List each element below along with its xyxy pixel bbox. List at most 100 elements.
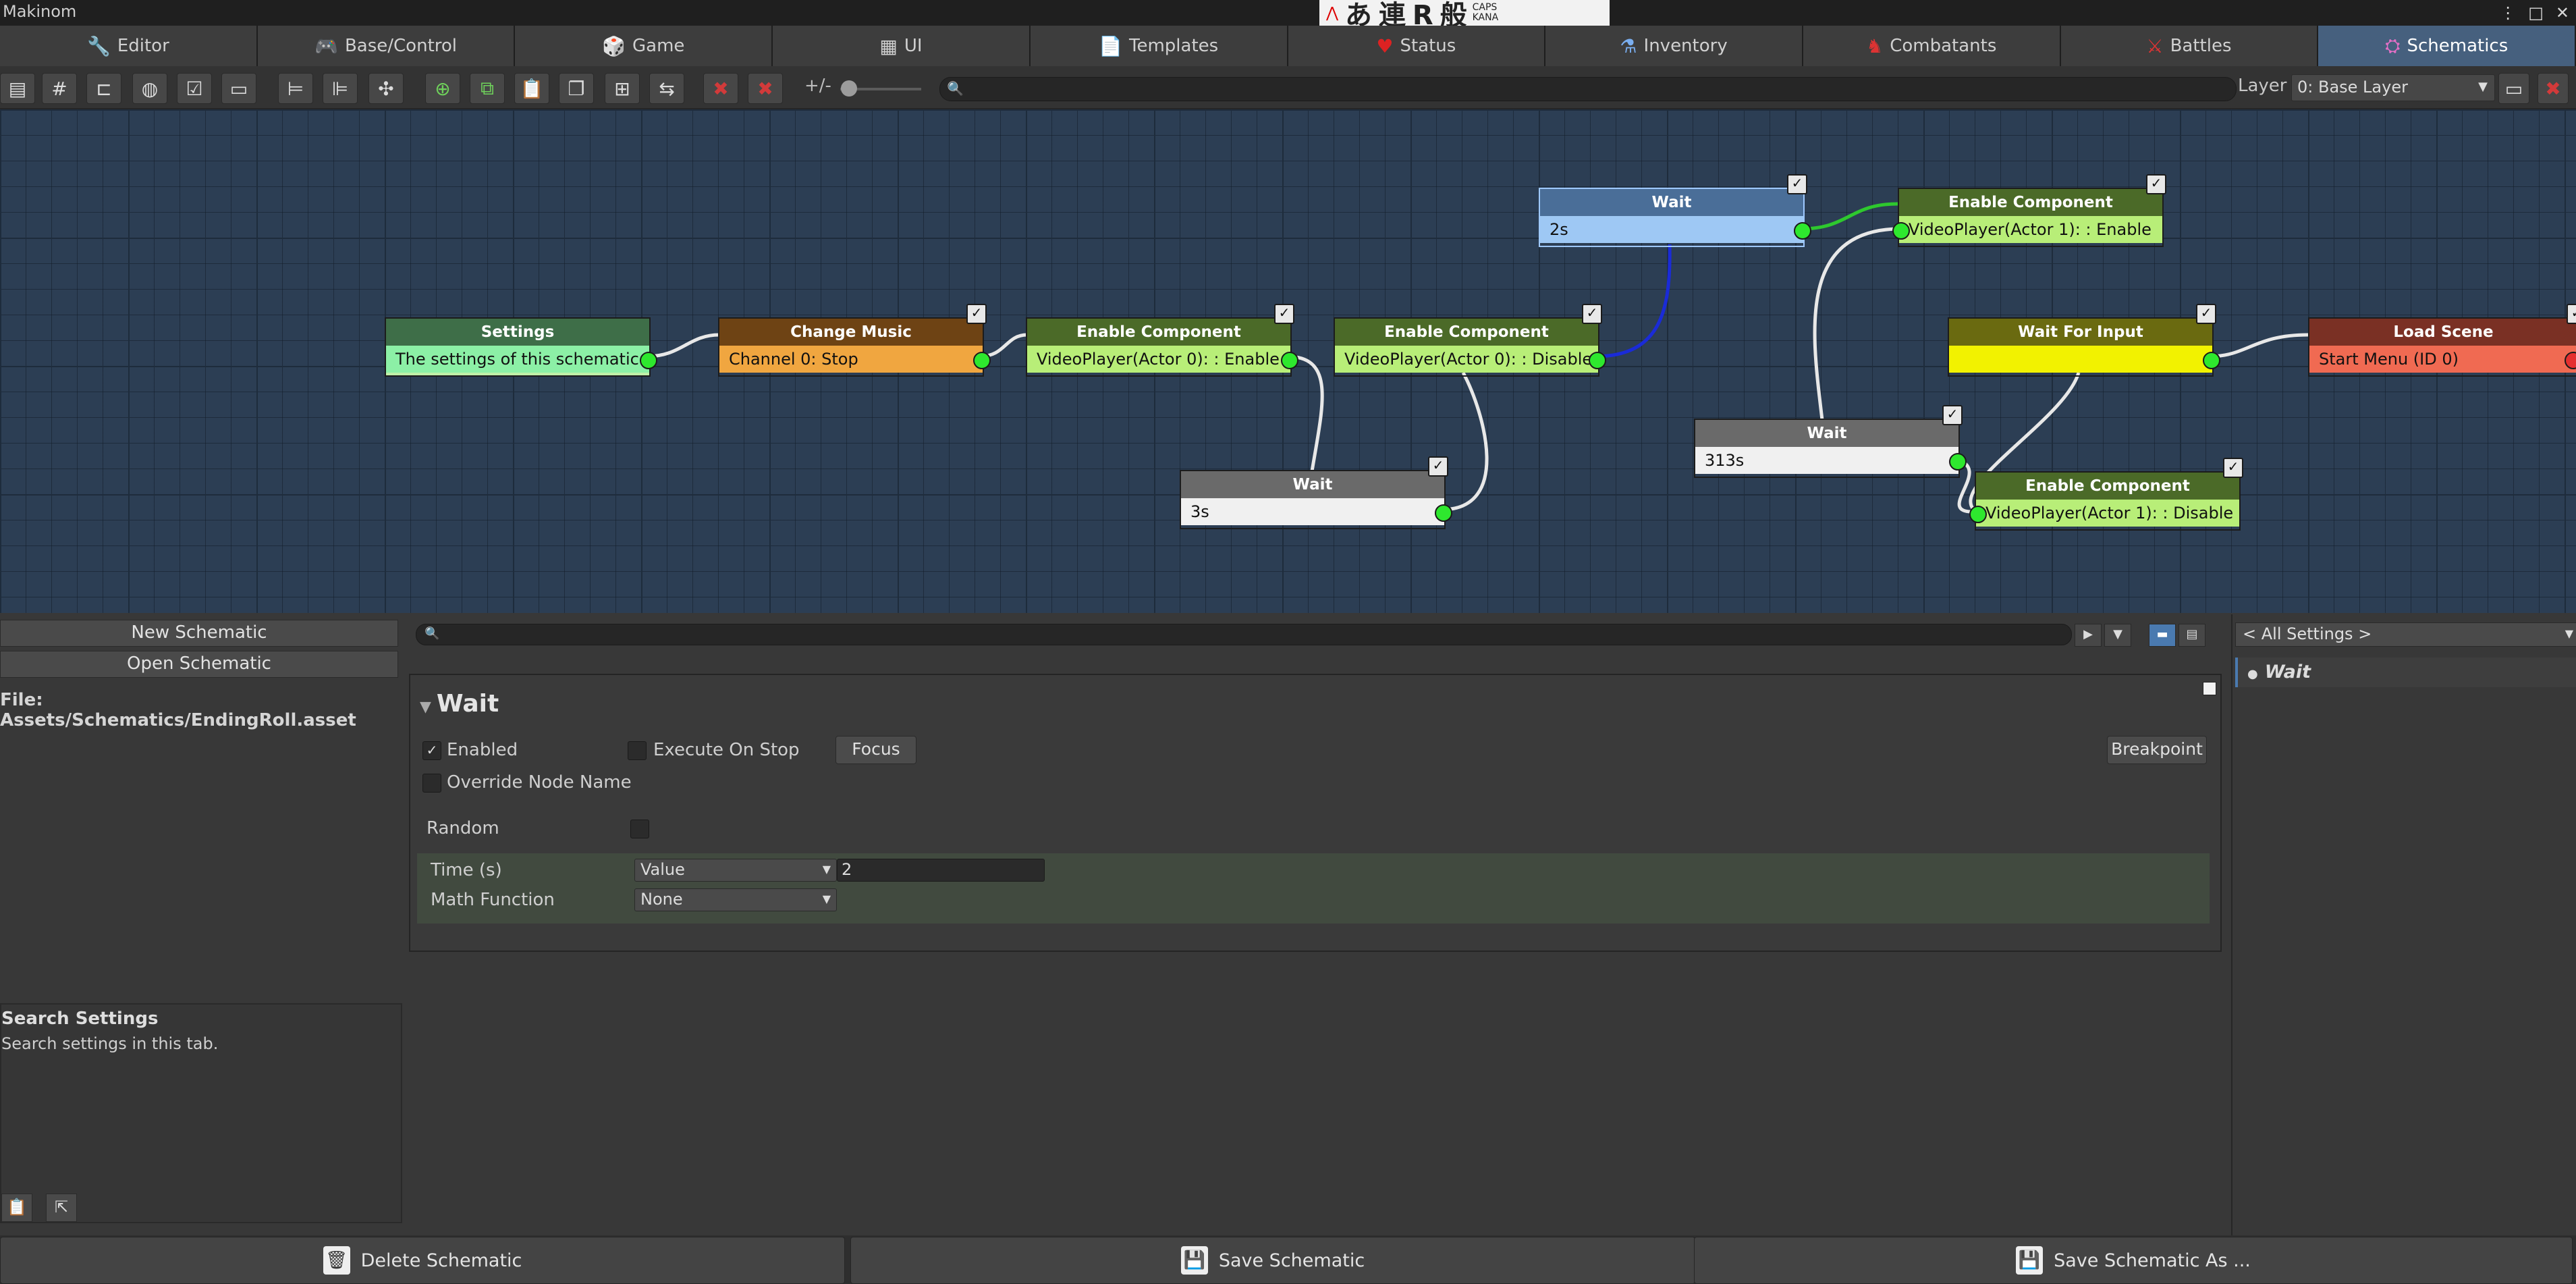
group-icon[interactable]: ⊞: [605, 73, 640, 104]
schematic-graph-canvas[interactable]: Settings The settings of this schematic …: [0, 109, 2576, 613]
delete-node-icon[interactable]: ✖: [703, 73, 738, 104]
compact-view-icon[interactable]: ▬: [2149, 624, 2176, 647]
execute-on-stop-checkbox[interactable]: [628, 741, 647, 760]
add-node-icon[interactable]: ⊕: [425, 73, 460, 104]
layer-delete-icon[interactable]: ✖: [2538, 73, 2569, 104]
left-panel: New Schematic Open Schematic File: Asset…: [0, 614, 402, 1235]
output-port[interactable]: [1435, 504, 1452, 522]
swords-icon: ⚔: [2146, 34, 2164, 57]
node-settings[interactable]: Settings The settings of this schematic: [385, 317, 657, 377]
tab-game[interactable]: 🎲 Game: [515, 26, 773, 66]
node-enabled-checkbox[interactable]: ✓: [966, 304, 987, 324]
color-icon[interactable]: ◍: [132, 73, 167, 104]
node-enable-component-1[interactable]: Enable Component VideoPlayer(Actor 0): :…: [1026, 304, 1298, 377]
close-icon[interactable]: ✕: [2556, 3, 2569, 22]
tab-templates[interactable]: 📄 Templates: [1030, 26, 1288, 66]
tab-combatants[interactable]: ♞ Combatants: [1803, 26, 2061, 66]
settings-filter-select[interactable]: < All Settings > ▼: [2235, 622, 2576, 647]
more-icon[interactable]: ⋮: [2500, 3, 2516, 22]
open-schematic-button[interactable]: Open Schematic: [0, 651, 398, 678]
duplicate-icon[interactable]: ❐: [559, 73, 594, 104]
node-enable-component-4[interactable]: Enable Component VideoPlayer(Actor 1): :…: [1969, 458, 2243, 531]
node-enabled-checkbox[interactable]: ✓: [2196, 304, 2216, 324]
node-wait-3s[interactable]: Wait 3s ✓: [1180, 456, 1452, 529]
inspector-title[interactable]: ▼ Wait: [420, 690, 499, 718]
node-wait-2s[interactable]: Wait 2s ✓: [1539, 174, 1811, 247]
copy-node-icon[interactable]: ⧉: [470, 73, 505, 104]
tab-status[interactable]: ♥ Status: [1288, 26, 1546, 66]
new-schematic-button[interactable]: New Schematic: [0, 620, 398, 647]
node-body: The settings of this schematic: [386, 346, 649, 373]
paste-icon[interactable]: 📋: [514, 73, 549, 104]
list-view-icon[interactable]: ▤: [2178, 624, 2205, 647]
save-schematic-button[interactable]: 💾 Save Schematic: [850, 1237, 1695, 1284]
inspector-title-text: Wait: [436, 690, 499, 718]
popout-icon[interactable]: ⇱: [46, 1194, 77, 1222]
node-enabled-checkbox[interactable]: ✓: [1942, 405, 1963, 425]
maximize-icon[interactable]: □: [2528, 3, 2544, 22]
delete-all-icon[interactable]: ✖: [748, 73, 783, 104]
input-port[interactable]: [1892, 222, 1910, 240]
node-change-music[interactable]: Change Music Channel 0: Stop ✓: [718, 304, 991, 377]
combatant-icon: ♞: [1866, 34, 1884, 57]
output-port[interactable]: [1949, 453, 1967, 471]
tab-inventory[interactable]: ⚗ Inventory: [1545, 26, 1803, 66]
zoom-slider-handle[interactable]: [841, 80, 857, 97]
inspector-search-input[interactable]: 🔍: [416, 624, 2072, 645]
dropdown-icon[interactable]: ▼: [2104, 624, 2131, 647]
inspector-corner-square[interactable]: [2203, 682, 2216, 695]
input-port[interactable]: [1969, 506, 1987, 523]
node-enabled-checkbox[interactable]: ✓: [1428, 456, 1448, 477]
breakpoint-button[interactable]: Breakpoint: [2107, 736, 2207, 764]
math-function-select[interactable]: None ▼: [634, 888, 837, 911]
tab-battles[interactable]: ⚔ Battles: [2060, 26, 2319, 66]
time-type-select[interactable]: Value ▼: [634, 859, 837, 882]
tab-ui[interactable]: ▦ UI: [773, 26, 1031, 66]
snap-icon[interactable]: ⊏: [86, 73, 121, 104]
output-port[interactable]: [973, 352, 991, 369]
settings-list-item-wait[interactable]: ● Wait: [2235, 658, 2576, 687]
output-port[interactable]: [640, 352, 657, 369]
focus-button[interactable]: Focus: [835, 736, 916, 764]
play-icon[interactable]: ▶: [2075, 624, 2102, 647]
node-wait-313s[interactable]: Wait 313s ✓: [1694, 405, 1967, 478]
node-load-scene[interactable]: Load Scene Start Menu (ID 0) ✓: [2308, 304, 2576, 377]
tab-base-control[interactable]: 🎮 Base/Control: [257, 26, 516, 66]
node-body: 2s: [1540, 216, 1803, 243]
save-schematic-as-button[interactable]: 💾 Save Schematic As ...: [1694, 1237, 2573, 1284]
output-port[interactable]: [2203, 352, 2220, 369]
clipboard-icon[interactable]: 📋: [1, 1194, 32, 1222]
select-icon[interactable]: ☑: [177, 73, 212, 104]
output-port[interactable]: [1281, 352, 1298, 369]
node-enabled-checkbox[interactable]: ✓: [1274, 304, 1294, 324]
node-enabled-checkbox[interactable]: ✓: [2567, 304, 2576, 324]
graph-search-input[interactable]: 🔍: [939, 77, 2237, 101]
minus-icon[interactable]: ▭: [221, 73, 256, 104]
layer-window-icon[interactable]: ▭: [2498, 73, 2529, 104]
layer-select[interactable]: 0: Base Layer ▼: [2291, 74, 2495, 101]
math-function-value: None: [640, 890, 683, 909]
center-icon[interactable]: ✣: [368, 73, 404, 104]
tab-label: Game: [632, 36, 685, 56]
output-port[interactable]: [1589, 352, 1606, 369]
override-node-name-checkbox[interactable]: [422, 774, 441, 793]
time-value-field[interactable]: 2: [837, 859, 1045, 882]
delete-schematic-button[interactable]: 🗑 Delete Schematic: [0, 1237, 845, 1284]
node-enabled-checkbox[interactable]: ✓: [2223, 458, 2243, 478]
node-wait-for-input[interactable]: Wait For Input ✓: [1948, 304, 2220, 377]
random-checkbox[interactable]: [630, 820, 649, 838]
output-port[interactable]: [1794, 222, 1811, 240]
node-enable-component-2[interactable]: Enable Component VideoPlayer(Actor 0): :…: [1334, 304, 1606, 377]
align-right-icon[interactable]: ⊫: [323, 73, 358, 104]
grid-icon[interactable]: #: [42, 73, 77, 104]
node-enable-component-3[interactable]: Enable Component VideoPlayer(Actor 1): :…: [1892, 174, 2166, 247]
tab-editor[interactable]: 🔧 Editor: [0, 26, 258, 66]
node-enabled-checkbox[interactable]: ✓: [1787, 174, 1807, 194]
list-view-icon[interactable]: ▤: [0, 73, 35, 104]
node-enabled-checkbox[interactable]: ✓: [2146, 174, 2166, 194]
enabled-checkbox[interactable]: ✓: [422, 741, 441, 760]
align-left-icon[interactable]: ⊨: [278, 73, 313, 104]
node-enabled-checkbox[interactable]: ✓: [1582, 304, 1602, 324]
swap-icon[interactable]: ⇆: [649, 73, 684, 104]
tab-schematics[interactable]: ⛭ Schematics: [2318, 26, 2576, 66]
